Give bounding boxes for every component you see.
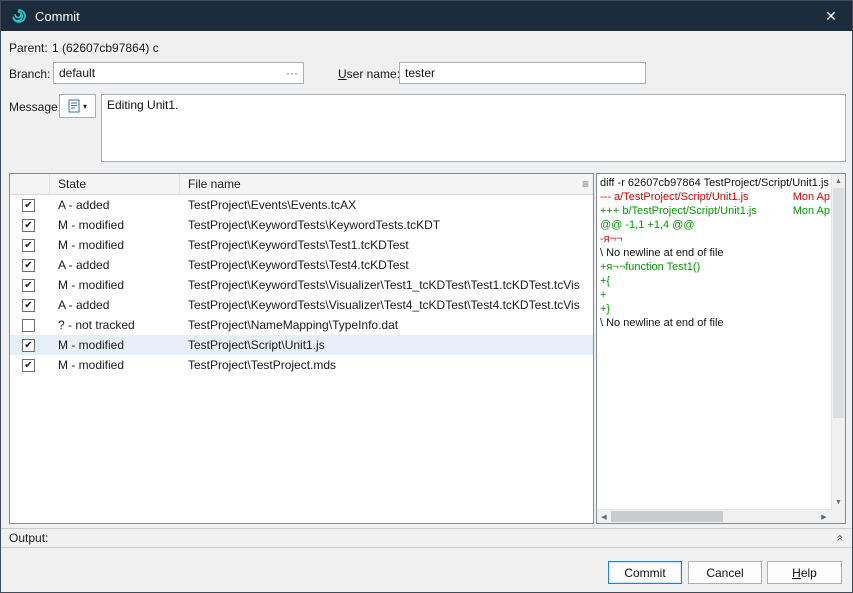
scroll-left-arrow-icon[interactable]: ◀ [597, 510, 611, 523]
commit-message-textarea[interactable]: Editing Unit1. [101, 94, 846, 162]
parent-value: 1 (62607cb97864) c [52, 41, 159, 55]
diff-line: +я¬¬function Test1() [600, 260, 831, 274]
collapse-chevron-icon[interactable]: « [834, 535, 848, 542]
row-checkbox[interactable]: ✔ [22, 259, 35, 272]
branch-input[interactable] [53, 62, 304, 84]
diff-line: +++ b/TestProject/Script/Unit1.jsMon Ap [600, 204, 831, 218]
row-state: M - modified [50, 278, 180, 292]
table-row[interactable]: ✔ M - modifiedTestProject\TestProject.mds [10, 355, 593, 375]
row-state: A - added [50, 298, 180, 312]
row-state: A - added [50, 198, 180, 212]
row-file: TestProject\TestProject.mds [180, 358, 593, 372]
row-checkbox[interactable]: ✔ [22, 339, 35, 352]
scrollbar-corner [831, 509, 845, 523]
title-bar[interactable]: Commit ✕ [1, 1, 852, 31]
row-checkbox[interactable]: ✔ [22, 239, 35, 252]
table-row[interactable]: ✔ A - addedTestProject\KeywordTests\Visua… [10, 295, 593, 315]
diff-line: \ No newline at end of file [600, 246, 831, 260]
checkbox-column-header [10, 174, 50, 194]
file-table: State File name ≡ ✔A - addedTestProject\… [9, 173, 594, 524]
document-icon [68, 99, 80, 113]
scroll-up-arrow-icon[interactable]: ▲ [832, 174, 845, 188]
row-state: ? - not tracked [50, 318, 180, 332]
diff-content: diff -r 62607cb97864 TestProject/Script/… [597, 174, 831, 509]
message-label: Message: [9, 100, 61, 114]
diff-horizontal-scrollbar[interactable]: ◀ ▶ [597, 509, 831, 523]
row-checkbox[interactable] [22, 319, 35, 332]
cancel-button[interactable]: Cancel [688, 561, 762, 584]
row-checkbox[interactable]: ✔ [22, 219, 35, 232]
row-file: TestProject\KeywordTests\Test1.tcKDTest [180, 238, 593, 252]
row-file: TestProject\KeywordTests\Visualizer\Test… [180, 298, 593, 312]
diff-line: -я¬¬ [600, 232, 831, 246]
table-row[interactable]: ✔ M - modifiedTestProject\KeywordTests\Vi… [10, 275, 593, 295]
table-row[interactable]: ✔ A - addedTestProject\Events\Events.tcAX [10, 195, 593, 215]
parent-label: Parent: [9, 41, 48, 55]
diff-line: @@ -1,1 +1,4 @@ [600, 218, 831, 232]
file-table-header: State File name ≡ [10, 174, 593, 195]
output-bar: Output: « [1, 528, 852, 548]
diff-line: + [600, 288, 831, 302]
commit-dialog: Commit ✕ Parent: 1 (62607cb97864) c Bran… [0, 0, 853, 593]
window-title: Commit [35, 9, 80, 24]
row-file: TestProject\KeywordTests\Test4.tcKDTest [180, 258, 593, 272]
diff-panel: diff -r 62607cb97864 TestProject/Script/… [596, 173, 846, 524]
diff-line: \ No newline at end of file [600, 316, 831, 330]
row-checkbox[interactable]: ✔ [22, 359, 35, 372]
diff-line: +{ [600, 274, 831, 288]
row-file: TestProject\Events\Events.tcAX [180, 198, 593, 212]
row-file: TestProject\KeywordTests\KeywordTests.tc… [180, 218, 593, 232]
row-state: M - modified [50, 358, 180, 372]
table-row[interactable]: ✔ M - modifiedTestProject\KeywordTests\Ke… [10, 215, 593, 235]
user-name-input[interactable] [399, 62, 646, 84]
close-button[interactable]: ✕ [820, 8, 842, 25]
output-label: Output: [9, 531, 48, 545]
table-row[interactable]: ✔ M - modifiedTestProject\Script\Unit1.js [10, 335, 593, 355]
row-state: A - added [50, 258, 180, 272]
vertical-scroll-thumb[interactable] [833, 188, 844, 418]
row-file: TestProject\NameMapping\TypeInfo.dat [180, 318, 593, 332]
diff-vertical-scrollbar[interactable]: ▲ ▼ [831, 174, 845, 509]
row-file: TestProject\Script\Unit1.js [180, 338, 593, 352]
branch-field: ··· [53, 62, 304, 84]
row-state: M - modified [50, 338, 180, 352]
horizontal-scroll-thumb[interactable] [611, 511, 723, 522]
app-icon [11, 8, 27, 24]
user-name-field [399, 62, 646, 84]
filename-column-header[interactable]: File name [180, 174, 593, 194]
user-name-label: User name: [338, 67, 400, 81]
row-checkbox[interactable]: ✔ [22, 279, 35, 292]
file-table-body: ✔A - addedTestProject\Events\Events.tcAX… [10, 195, 593, 523]
table-row[interactable]: ✔ M - modifiedTestProject\KeywordTests\Te… [10, 235, 593, 255]
column-options-icon[interactable]: ≡ [582, 176, 589, 192]
commit-button[interactable]: Commit [608, 561, 682, 584]
branch-label: Branch: [9, 67, 50, 81]
state-column-header[interactable]: State [50, 174, 180, 194]
row-state: M - modified [50, 218, 180, 232]
diff-line: diff -r 62607cb97864 TestProject/Script/… [600, 176, 831, 190]
table-row[interactable]: ✔ A - addedTestProject\KeywordTests\Test4… [10, 255, 593, 275]
row-state: M - modified [50, 238, 180, 252]
scroll-down-arrow-icon[interactable]: ▼ [832, 495, 845, 509]
row-checkbox[interactable]: ✔ [22, 199, 35, 212]
scroll-right-arrow-icon[interactable]: ▶ [817, 510, 831, 523]
message-template-button[interactable]: ▾ [59, 94, 96, 118]
help-button[interactable]: Help [767, 561, 842, 584]
diff-line: --- a/TestProject/Script/Unit1.jsMon Ap [600, 190, 831, 204]
row-checkbox[interactable]: ✔ [22, 299, 35, 312]
row-file: TestProject\KeywordTests\Visualizer\Test… [180, 278, 593, 292]
table-row[interactable]: ? - not trackedTestProject\NameMapping\T… [10, 315, 593, 335]
branch-browse-button[interactable]: ··· [282, 63, 302, 83]
chevron-down-icon: ▾ [83, 102, 87, 111]
diff-line: +} [600, 302, 831, 316]
